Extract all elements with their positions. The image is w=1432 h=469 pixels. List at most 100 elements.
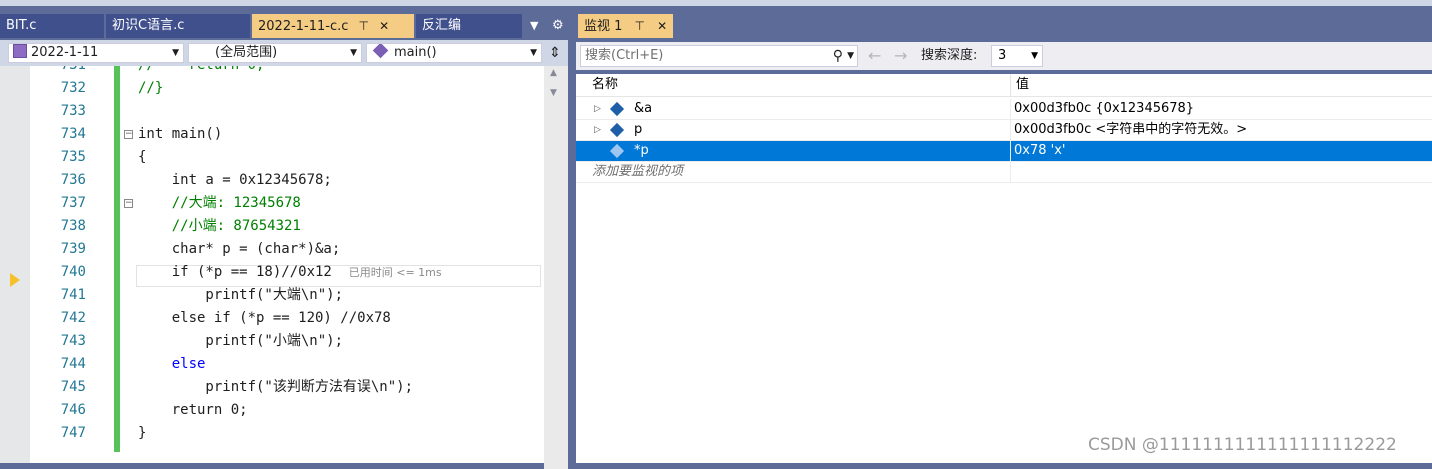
fold-toggle-icon[interactable]: − <box>124 130 133 139</box>
line-number: 735 <box>60 149 86 165</box>
watch-row[interactable]: ▷ p 0x00d3fb0c <字符串中的字符无效。> <box>576 120 1432 141</box>
line-number: 740 <box>60 264 86 280</box>
search-depth-value: 3 <box>998 48 1007 63</box>
tab-label: 初识C语言.c <box>112 18 185 33</box>
function-cube-icon <box>372 44 389 59</box>
watch-pane: 监视 1 ⊤ ✕ 搜索(Ctrl+E) ⚲ ▼ ← → 搜索深度: 3 ▼ 名称… <box>576 6 1432 463</box>
line-number: 736 <box>60 172 86 188</box>
indicator-margin[interactable] <box>0 66 30 463</box>
tab-label: BIT.c <box>6 18 37 33</box>
watermark: CSDN @1111111111111111112222 <box>1088 435 1397 455</box>
tab-bit-c[interactable]: BIT.c <box>0 14 104 38</box>
line-number: 734 <box>60 126 86 142</box>
code-text: if (*p == 18)//0x12 <box>138 264 332 280</box>
watch-value[interactable]: 0x00d3fb0c <字符串中的字符无效。> <box>1014 120 1247 140</box>
line-number: 742 <box>60 310 86 326</box>
chevron-down-icon: ▼ <box>530 48 537 58</box>
gear-icon[interactable]: ⚙ <box>552 14 564 38</box>
search-forward-icon[interactable]: → <box>894 45 907 67</box>
column-separator <box>1010 141 1011 161</box>
code-line: printf("该判断方法有误\n"); <box>138 379 414 395</box>
code-line: // return 0; <box>138 66 264 77</box>
expand-arrow-icon[interactable]: ▷ <box>594 99 601 119</box>
pin-icon[interactable]: ⊤ <box>359 19 369 33</box>
expand-arrow-icon[interactable]: ▷ <box>594 120 601 140</box>
pin-icon[interactable]: ⊤ <box>635 19 645 33</box>
line-number: 747 <box>60 425 86 441</box>
chevron-down-icon[interactable]: ▼ <box>847 46 854 66</box>
code-line: else <box>138 356 206 372</box>
watch-value[interactable]: 0x78 'x' <box>1014 141 1065 161</box>
line-number: 743 <box>60 333 86 349</box>
column-header-name[interactable]: 名称 <box>592 74 618 96</box>
tab-label: 2022-1-11-c.c <box>258 19 349 34</box>
scroll-up-icon[interactable]: ▲ <box>550 68 557 78</box>
tab-disassembly[interactable]: 反汇编 <box>416 14 522 38</box>
close-icon[interactable]: ✕ <box>379 19 389 33</box>
code-editor-pane: BIT.c 初识C语言.c 2022-1-11-c.c ⊤ ✕ 反汇编 ▼ ⚙ … <box>0 6 568 469</box>
document-tab-bar: BIT.c 初识C语言.c 2022-1-11-c.c ⊤ ✕ 反汇编 ▼ ⚙ <box>0 14 568 38</box>
project-name: 2022-1-11 <box>31 45 99 60</box>
watch-row[interactable]: ▷ &a 0x00d3fb0c {0x12345678} <box>576 99 1432 120</box>
search-placeholder: 搜索(Ctrl+E) <box>585 48 664 63</box>
function-name: main() <box>394 45 437 60</box>
tab-intro-c[interactable]: 初识C语言.c <box>106 14 250 38</box>
code-line: int main() <box>138 126 223 142</box>
project-combo[interactable]: 2022-1-11 ▼ <box>8 43 184 63</box>
line-number: 733 <box>60 103 86 119</box>
column-separator <box>1010 162 1011 182</box>
tab-watch-1[interactable]: 监视 1 ⊤ ✕ <box>578 14 674 38</box>
line-number: 741 <box>60 287 86 303</box>
code-line: //} <box>138 80 164 96</box>
change-tracking-bar <box>114 66 120 452</box>
line-number: 731 <box>30 66 86 77</box>
watch-value[interactable]: 0x00d3fb0c {0x12345678} <box>1014 99 1194 119</box>
search-icon[interactable]: ⚲ <box>833 46 843 66</box>
column-header-value[interactable]: 值 <box>1016 74 1029 96</box>
line-number: 738 <box>60 218 86 234</box>
search-depth-label: 搜索深度: <box>921 48 978 63</box>
column-separator <box>1010 120 1011 140</box>
search-back-icon[interactable]: ← <box>868 45 881 67</box>
watch-name[interactable]: *p <box>634 141 649 161</box>
tab-list-dropdown-icon[interactable]: ▼ <box>530 14 538 38</box>
split-view-icon[interactable]: ⇕ <box>546 43 564 63</box>
perf-tip[interactable]: 已用时间 <= 1ms <box>349 266 442 279</box>
line-number: 744 <box>60 356 86 372</box>
tab-label: 监视 1 <box>584 19 623 34</box>
watch-name[interactable]: &a <box>634 99 652 119</box>
close-icon[interactable]: ✕ <box>657 19 667 33</box>
vertical-scrollbar[interactable]: ▲ ▼ <box>544 66 568 469</box>
code-line: int a = 0x12345678; <box>138 172 332 188</box>
function-combo[interactable]: main() ▼ <box>366 43 542 63</box>
column-separator[interactable] <box>1010 74 1011 96</box>
tab-2022-1-11-c[interactable]: 2022-1-11-c.c ⊤ ✕ <box>252 14 414 38</box>
scroll-down-icon[interactable]: ▼ <box>550 88 557 98</box>
code-line: char* p = (char*)&a; <box>138 241 341 257</box>
scope-name: (全局范围) <box>215 45 278 60</box>
code-area[interactable]: 731 732 733 734 735 736 737 738 739 740 … <box>0 66 568 463</box>
current-statement-arrow-icon <box>10 273 20 287</box>
scope-combo[interactable]: (全局范围) ▼ <box>188 43 362 63</box>
line-number: 737 <box>60 195 86 211</box>
watch-grid: 名称 值 ▷ &a 0x00d3fb0c {0x12345678} ▷ p 0x… <box>576 74 1432 463</box>
line-number: 746 <box>60 402 86 418</box>
line-number: 745 <box>60 379 86 395</box>
line-number: 739 <box>60 241 86 257</box>
add-watch-hint[interactable]: 添加要监视的项 <box>592 162 683 182</box>
code-line: else if (*p == 120) //0x78 <box>138 310 391 326</box>
variable-icon <box>609 101 625 117</box>
code-line: printf("大端\n"); <box>138 287 344 303</box>
code-line: return 0; <box>138 402 248 418</box>
watch-row-selected[interactable]: *p 0x78 'x' <box>576 141 1432 162</box>
watch-name[interactable]: p <box>634 120 642 140</box>
watch-tab-bar: 监视 1 ⊤ ✕ <box>576 14 1432 38</box>
add-watch-row[interactable]: 添加要监视的项 <box>576 162 1432 183</box>
search-depth-select[interactable]: 3 ▼ <box>991 45 1043 67</box>
search-input[interactable]: 搜索(Ctrl+E) ⚲ ▼ <box>580 45 858 67</box>
fold-toggle-icon[interactable]: − <box>124 199 133 208</box>
code-line: //大端: 12345678 <box>138 195 301 211</box>
watch-grid-header: 名称 值 <box>576 74 1432 97</box>
chevron-down-icon: ▼ <box>1031 51 1038 61</box>
code-line: } <box>138 425 147 441</box>
